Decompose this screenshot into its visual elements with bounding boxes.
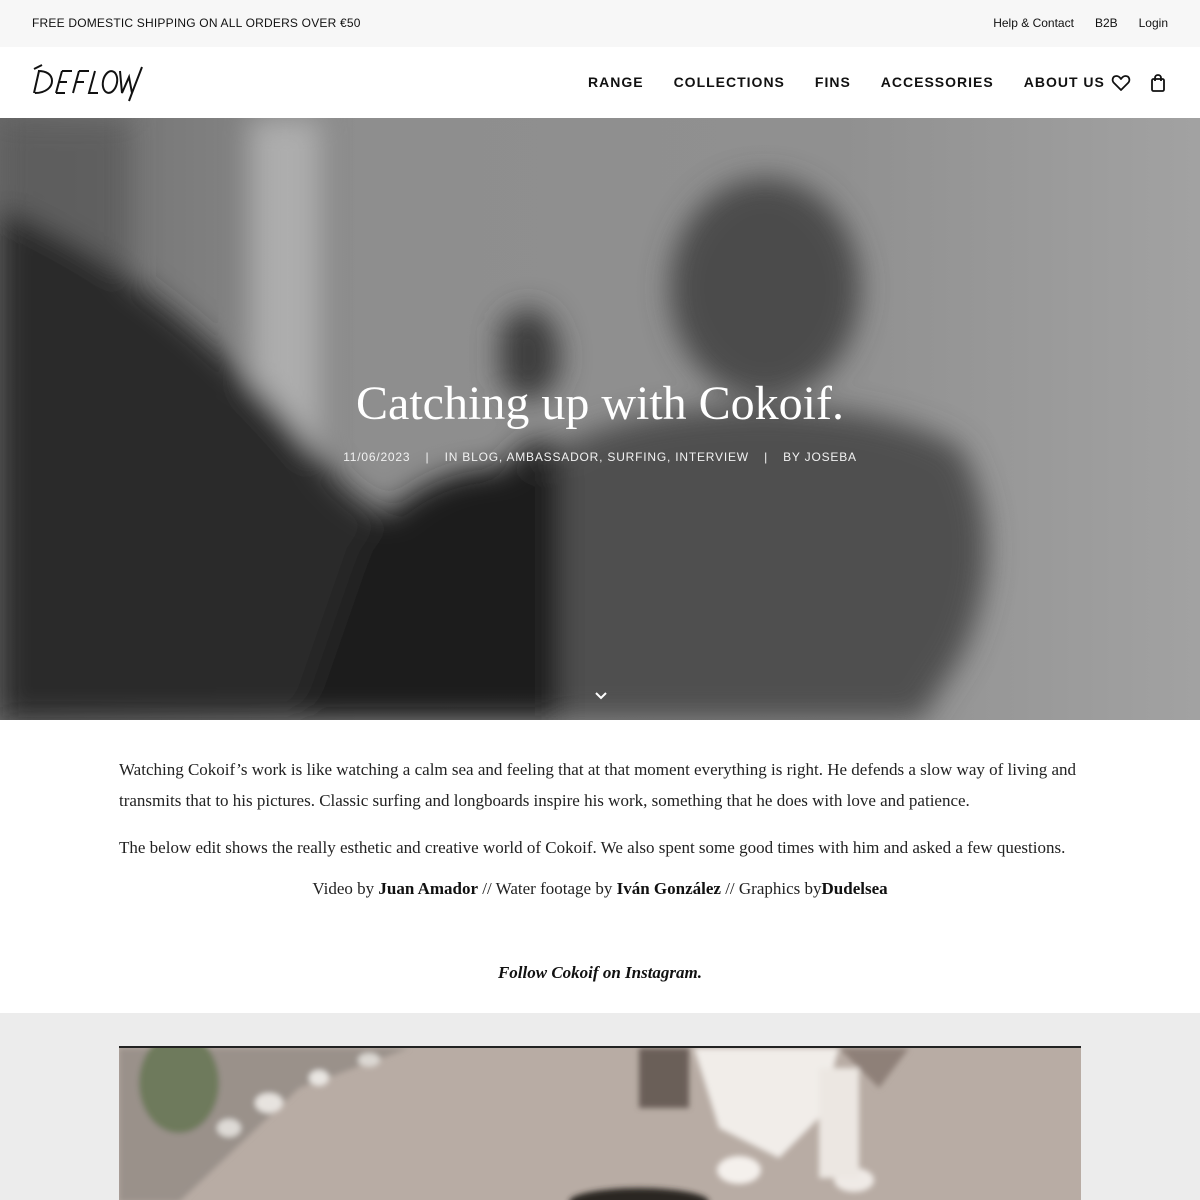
nav-collections[interactable]: COLLECTIONS xyxy=(674,74,785,90)
article-body: Watching Cokoif’s work is like watching … xyxy=(0,720,1200,1013)
credits-video-prefix: Video by xyxy=(312,879,379,898)
credits-graphics-prefix: // Graphics by xyxy=(720,879,822,898)
shipping-promo-text: FREE DOMESTIC SHIPPING ON ALL ORDERS OVE… xyxy=(32,16,361,30)
nav-fins[interactable]: FINS xyxy=(815,74,851,90)
hero-banner: Catching up with Cokoif. 11/06/2023 | IN… xyxy=(0,118,1200,720)
nav-accessories[interactable]: ACCESSORIES xyxy=(881,74,994,90)
deflow-logo[interactable] xyxy=(32,63,144,103)
post-date: 11/06/2023 xyxy=(343,450,411,464)
media-section xyxy=(0,1013,1200,1200)
login-link[interactable]: Login xyxy=(1139,16,1168,30)
post-categories[interactable]: IN BLOG, AMBASSADOR, SURFING, INTERVIEW xyxy=(445,450,749,464)
b2b-link[interactable]: B2B xyxy=(1095,16,1118,30)
cart-bag-icon[interactable] xyxy=(1148,73,1168,93)
utility-links: Help & Contact B2B Login xyxy=(993,16,1168,30)
follow-instagram: Follow Cokoif on Instagram. xyxy=(0,963,1200,983)
wishlist-heart-icon[interactable] xyxy=(1111,73,1131,93)
meta-separator: | xyxy=(764,450,768,464)
help-contact-link[interactable]: Help & Contact xyxy=(993,16,1074,30)
meta-separator: | xyxy=(425,450,430,464)
site-header: RANGE COLLECTIONS FINS ACCESSORIES ABOUT… xyxy=(0,47,1200,118)
main-nav: RANGE COLLECTIONS FINS ACCESSORIES ABOUT… xyxy=(588,74,1105,90)
nav-about-us[interactable]: ABOUT US xyxy=(1024,74,1105,90)
deflow-logo-wordmark xyxy=(33,64,143,102)
credits-line: Video by Juan Amador // Water footage by… xyxy=(0,879,1200,899)
instagram-link[interactable]: Follow Cokoif on Instagram. xyxy=(498,963,702,982)
credits-water-prefix: // Water footage by xyxy=(478,879,617,898)
edit-paragraph: The below edit shows the really esthetic… xyxy=(119,838,1066,857)
post-meta: 11/06/2023 | IN BLOG, AMBASSADOR, SURFIN… xyxy=(0,450,1200,464)
chevron-down-icon[interactable] xyxy=(593,690,609,702)
heart-icon xyxy=(1111,75,1131,91)
intro-paragraph: Watching Cokoif’s work is like watching … xyxy=(119,760,1076,810)
credit-video-name: Juan Amador xyxy=(378,879,479,898)
shopping-bag-icon xyxy=(1151,74,1165,92)
post-title: Catching up with Cokoif. xyxy=(356,377,844,430)
credit-water-name: Iván González xyxy=(616,879,721,898)
nav-range[interactable]: RANGE xyxy=(588,74,644,90)
announcement-bar: FREE DOMESTIC SHIPPING ON ALL ORDERS OVE… xyxy=(0,0,1200,47)
post-author[interactable]: BY JOSEBA xyxy=(783,450,857,464)
video-player[interactable] xyxy=(119,1046,1081,1200)
credit-graphics-name: Dudelsea xyxy=(821,879,888,898)
video-thumbnail-image xyxy=(119,1048,1081,1200)
